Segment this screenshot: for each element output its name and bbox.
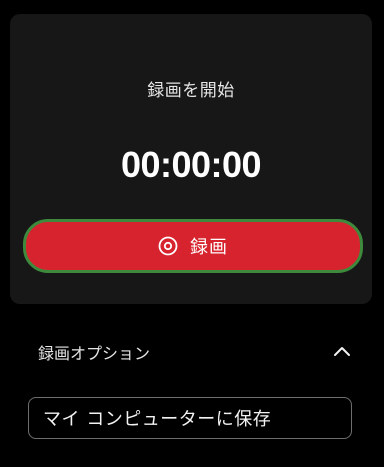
record-button[interactable]: 録画	[23, 219, 363, 273]
card-title: 録画を開始	[147, 81, 235, 101]
record-card: 録画を開始 00:00:00 録画	[10, 14, 372, 304]
chevron-up-icon	[330, 340, 354, 364]
elapsed-timer: 00:00:00	[120, 144, 262, 185]
record-circle-icon	[158, 236, 178, 256]
recording-options-label: 録画オプション	[38, 344, 151, 363]
record-button-label: 録画	[190, 237, 228, 258]
save-location-label: マイ コンピューターに保存	[43, 409, 272, 430]
recorder-panel: 録画を開始 00:00:00 録画 録画オプション マイ コンピューターに保存	[0, 0, 384, 467]
recording-options-toggle[interactable]: 録画オプション	[22, 332, 360, 372]
save-location-select[interactable]: マイ コンピューターに保存	[28, 397, 352, 439]
